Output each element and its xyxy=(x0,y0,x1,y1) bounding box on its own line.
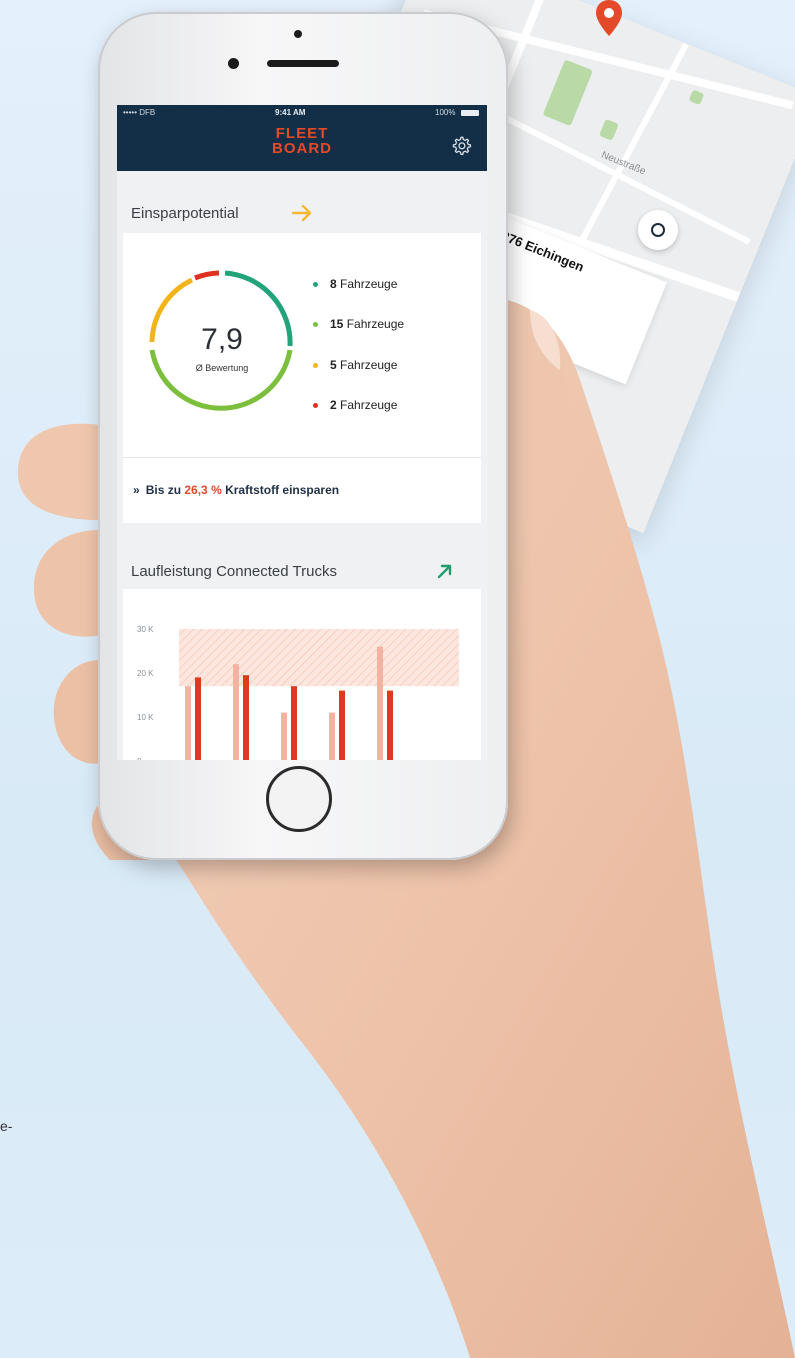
legend-count: 8 xyxy=(330,277,337,291)
legend-label: Fahrzeuge xyxy=(340,358,398,372)
y-tick-label: 20 K xyxy=(137,669,154,678)
gear-icon[interactable] xyxy=(450,135,472,157)
legend-dot xyxy=(313,403,318,409)
arrow-up-right-icon[interactable] xyxy=(435,561,455,581)
legend-dot xyxy=(313,363,318,369)
earpiece-speaker xyxy=(267,60,339,67)
home-button[interactable] xyxy=(266,766,332,832)
edge-text-fragment: e- xyxy=(0,1118,13,1134)
legend-count: 15 xyxy=(330,317,344,331)
battery-label: 100% xyxy=(435,108,456,117)
legend-item-yellow: 5 Fahrzeuge xyxy=(313,358,397,372)
bar-series-1 xyxy=(281,712,287,760)
savings-cta-link[interactable]: » Bis zu 26,3 % Kraftstoff einsparen xyxy=(133,483,339,497)
app-header: FLEET BOARD xyxy=(117,121,487,171)
phone-screen: ••••• DFB 9:41 AM 100% FLEET BOARD Einsp… xyxy=(117,105,487,760)
arrow-right-icon[interactable] xyxy=(291,203,313,223)
bar-series-1 xyxy=(377,646,383,760)
battery-icon xyxy=(461,110,479,116)
bar-series-1 xyxy=(185,686,191,760)
bar-series-2 xyxy=(243,675,249,760)
front-camera xyxy=(228,58,239,69)
legend-count: 2 xyxy=(330,398,337,412)
legend-label: Fahrzeuge xyxy=(340,277,398,291)
divider xyxy=(123,457,481,458)
y-tick-label: 0 xyxy=(137,757,142,760)
legend-label: Fahrzeuge xyxy=(346,317,405,331)
legend-item-light-green: 15 Fahrzeuge xyxy=(313,317,404,331)
mileage-title: Laufleistung Connected Trucks xyxy=(131,563,337,580)
proximity-sensor xyxy=(294,30,302,38)
bar-series-2 xyxy=(387,690,393,760)
score-value: 7,9 xyxy=(201,323,243,356)
legend-dot xyxy=(313,322,318,328)
bar-series-2 xyxy=(195,677,201,760)
y-tick-label: 30 K xyxy=(137,625,154,634)
logo-line2: BOARD xyxy=(272,140,332,157)
carrier-label: ••••• DFB xyxy=(123,108,156,117)
logo-line1: FLEET xyxy=(275,125,329,142)
mileage-bar-chart: 30 K 20 K 10 K 0 xyxy=(137,625,459,760)
bar-series-2 xyxy=(339,690,345,760)
bar-series-2 xyxy=(291,686,297,760)
bar-series-1 xyxy=(329,712,335,760)
legend-count: 5 xyxy=(330,358,337,372)
status-bar: ••••• DFB 9:41 AM 100% xyxy=(117,105,487,121)
legend-label: Fahrzeuge xyxy=(340,398,398,412)
savings-title: Einsparpotential xyxy=(131,205,239,222)
target-range-band xyxy=(179,629,459,687)
y-tick-label: 10 K xyxy=(137,713,154,722)
fleetboard-logo: FLEET BOARD xyxy=(265,126,339,156)
cta-prefix: Bis zu xyxy=(145,483,182,497)
legend-item-dark-green: 8 Fahrzeuge xyxy=(313,277,397,291)
cta-suffix: Kraftstoff einsparen xyxy=(225,483,340,497)
bar-series-1 xyxy=(233,664,239,760)
donut-segment-red xyxy=(194,270,220,281)
legend-dot xyxy=(313,282,318,288)
double-chevron-icon: » xyxy=(133,483,140,497)
cta-percent: 26,3 % xyxy=(184,483,222,497)
clock: 9:41 AM xyxy=(275,108,306,117)
score-label: Ø Bewertung xyxy=(195,363,249,373)
legend-item-red: 2 Fahrzeuge xyxy=(313,398,397,412)
donut-segment-green-light xyxy=(149,349,293,411)
